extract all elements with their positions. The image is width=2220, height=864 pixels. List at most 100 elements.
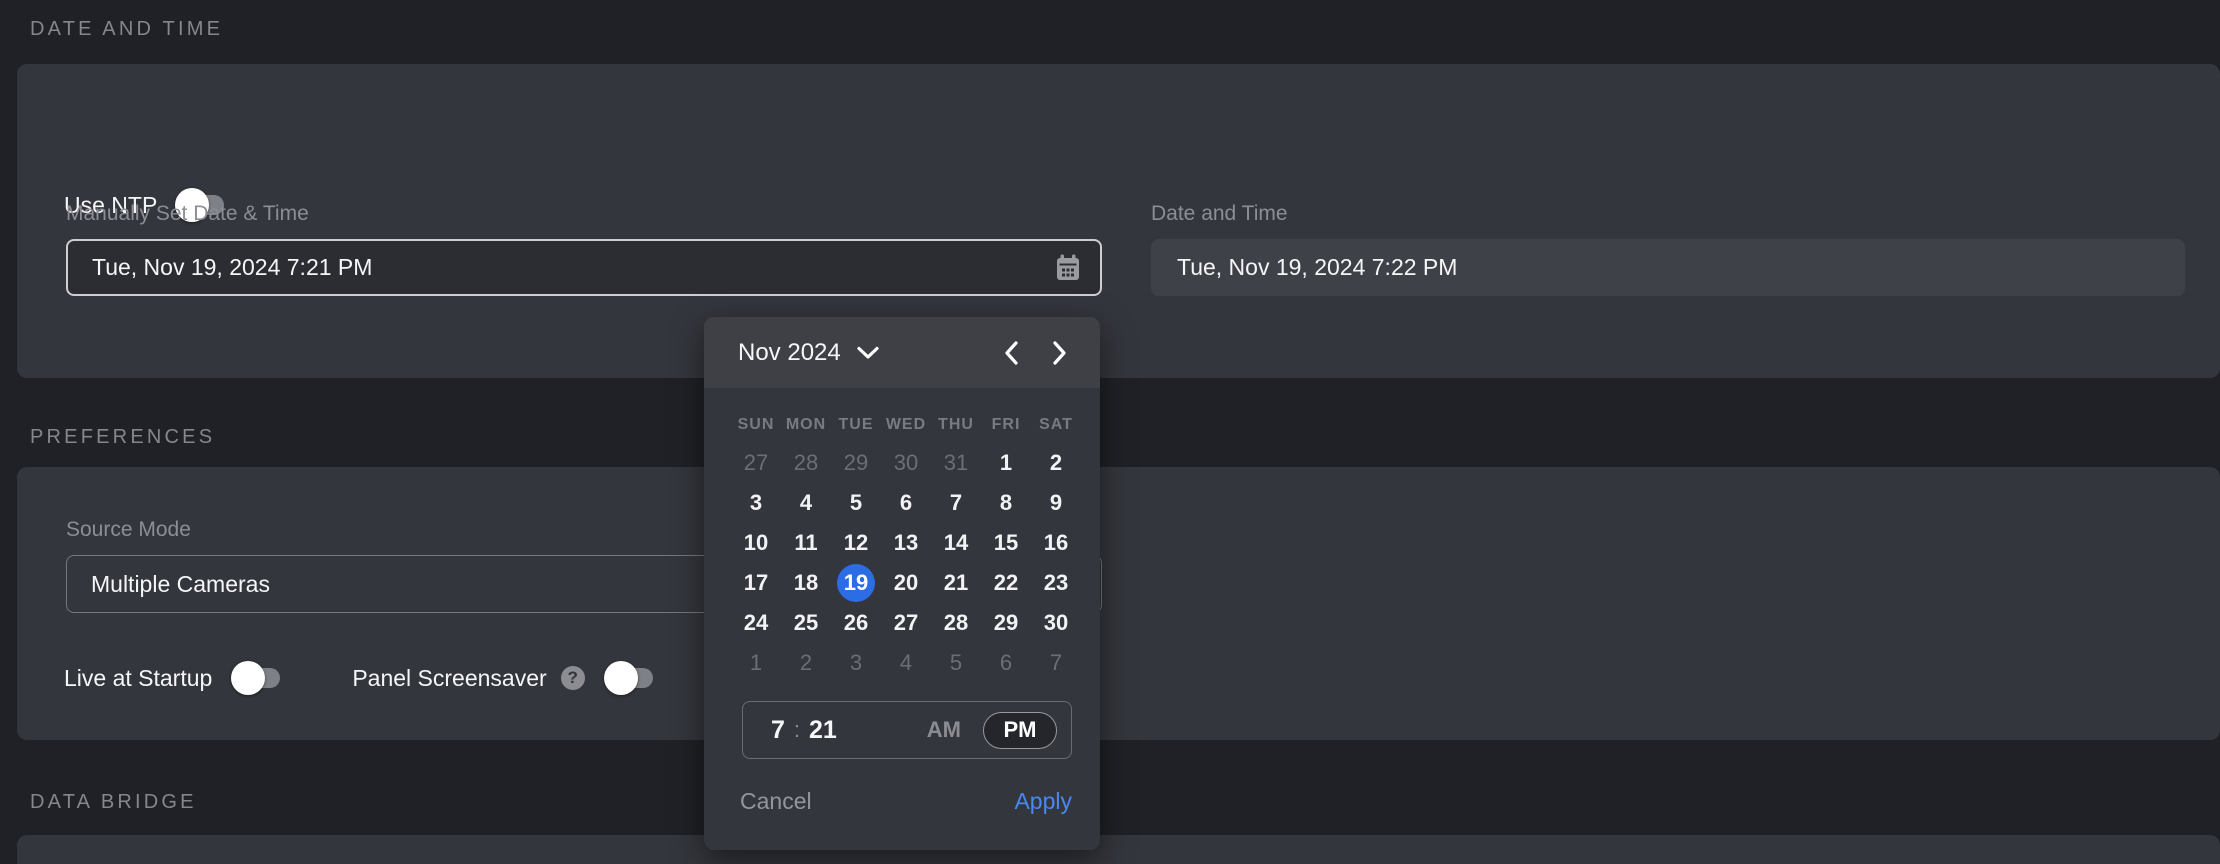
minute-input[interactable]: 21	[809, 716, 837, 745]
calendar-day[interactable]: 10	[731, 523, 781, 563]
calendar-day-number: 23	[1037, 564, 1075, 602]
calendar-day-number: 30	[887, 444, 925, 482]
calendar-grid: SUNMONTUEWEDTHUFRISAT2728293031123456789…	[731, 407, 1081, 683]
question-mark-glyph: ?	[567, 668, 577, 688]
manual-datetime-input[interactable]: Tue, Nov 19, 2024 7:21 PM	[66, 239, 1102, 296]
apply-button[interactable]: Apply	[1014, 788, 1072, 815]
calendar-day-number: 9	[1037, 484, 1075, 522]
calendar-day[interactable]: 31	[931, 443, 981, 483]
toggle-knob	[231, 661, 265, 695]
calendar-day[interactable]: 17	[731, 563, 781, 603]
question-mark-icon[interactable]: ?	[561, 666, 585, 690]
prev-month-button[interactable]	[996, 338, 1026, 368]
calendar-day-number: 25	[787, 604, 825, 642]
calendar-day-number: 31	[937, 444, 975, 482]
calendar-day[interactable]: 4	[781, 483, 831, 523]
calendar-day-number: 28	[937, 604, 975, 642]
calendar-day-number: 17	[737, 564, 775, 602]
calendar-day[interactable]: 25	[781, 603, 831, 643]
date-and-time-panel: Use NTP Manually Set Date & Time Tue, No…	[17, 64, 2220, 378]
calendar-day[interactable]: 9	[1031, 483, 1081, 523]
pm-option[interactable]: PM	[983, 712, 1057, 749]
calendar-day[interactable]: 28	[781, 443, 831, 483]
calendar-day[interactable]: 23	[1031, 563, 1081, 603]
calendar-day[interactable]: 1	[981, 443, 1031, 483]
calendar-day-number: 30	[1037, 604, 1075, 642]
calendar-day-number: 28	[787, 444, 825, 482]
startup-preferences-row: Live at Startup Panel Screensaver ?	[64, 660, 654, 696]
calendar-day[interactable]: 14	[931, 523, 981, 563]
pm-option-label: PM	[1004, 717, 1037, 743]
cancel-button[interactable]: Cancel	[740, 788, 812, 815]
calendar-day-number: 18	[787, 564, 825, 602]
live-at-startup-toggle[interactable]	[231, 660, 281, 696]
panel-screensaver-toggle[interactable]	[604, 660, 654, 696]
time-input-box: 7 : 21 AM PM	[742, 701, 1072, 759]
calendar-day[interactable]: 3	[731, 483, 781, 523]
calendar-day[interactable]: 18	[781, 563, 831, 603]
section-heading-date-and-time: DATE AND TIME	[30, 18, 223, 41]
calendar-day[interactable]: 7	[1031, 643, 1081, 683]
weekday-label: THU	[931, 407, 981, 443]
calendar-day-number: 3	[837, 644, 875, 682]
calendar-day[interactable]: 7	[931, 483, 981, 523]
calendar-day[interactable]: 8	[981, 483, 1031, 523]
calendar-day[interactable]: 5	[831, 483, 881, 523]
calendar-day[interactable]: 24	[731, 603, 781, 643]
calendar-day[interactable]: 19	[831, 563, 881, 603]
calendar-day[interactable]: 12	[831, 523, 881, 563]
date-picker-popup: Nov 2024	[704, 317, 1100, 850]
calendar-day-number: 15	[987, 524, 1025, 562]
calendar-day[interactable]: 22	[981, 563, 1031, 603]
calendar-day[interactable]: 4	[881, 643, 931, 683]
hour-input[interactable]: 7	[771, 716, 785, 745]
calendar-day[interactable]: 1	[731, 643, 781, 683]
toggle-knob	[604, 661, 638, 695]
date-picker-footer: Cancel Apply	[704, 779, 1100, 823]
calendar-day[interactable]: 11	[781, 523, 831, 563]
calendar-day-number: 22	[987, 564, 1025, 602]
calendar-icon[interactable]	[1056, 254, 1080, 281]
calendar-day-number: 20	[887, 564, 925, 602]
calendar-day-number: 24	[737, 604, 775, 642]
calendar-day-number: 12	[837, 524, 875, 562]
calendar-day-number: 10	[737, 524, 775, 562]
calendar-day[interactable]: 21	[931, 563, 981, 603]
chevron-down-icon	[856, 346, 880, 360]
calendar-day[interactable]: 27	[881, 603, 931, 643]
calendar-day[interactable]: 3	[831, 643, 881, 683]
calendar-day[interactable]: 13	[881, 523, 931, 563]
calendar-day-number: 4	[787, 484, 825, 522]
calendar-day[interactable]: 16	[1031, 523, 1081, 563]
calendar-day[interactable]: 15	[981, 523, 1031, 563]
calendar-day[interactable]: 30	[881, 443, 931, 483]
calendar-day-number: 2	[787, 644, 825, 682]
source-mode-label: Source Mode	[66, 518, 191, 542]
calendar-day[interactable]: 6	[981, 643, 1031, 683]
preferences-panel: Source Mode Multiple Cameras Live at Sta…	[17, 467, 2220, 740]
calendar-day[interactable]: 29	[981, 603, 1031, 643]
calendar-day-number: 13	[887, 524, 925, 562]
calendar-day[interactable]: 20	[881, 563, 931, 603]
calendar-day-number: 5	[937, 644, 975, 682]
calendar-day[interactable]: 27	[731, 443, 781, 483]
calendar-day[interactable]: 2	[781, 643, 831, 683]
calendar-day-number: 6	[887, 484, 925, 522]
settings-screen: DATE AND TIME Use NTP Manually Set Date …	[0, 0, 2220, 864]
calendar-day[interactable]: 5	[931, 643, 981, 683]
calendar-day[interactable]: 2	[1031, 443, 1081, 483]
am-option[interactable]: AM	[927, 717, 961, 743]
calendar-day[interactable]: 26	[831, 603, 881, 643]
calendar-day-number: 16	[1037, 524, 1075, 562]
manual-datetime-label: Manually Set Date & Time	[66, 202, 309, 226]
calendar-day[interactable]: 29	[831, 443, 881, 483]
calendar-day[interactable]: 30	[1031, 603, 1081, 643]
month-dropdown[interactable]: Nov 2024	[738, 339, 880, 367]
next-month-button[interactable]	[1044, 338, 1074, 368]
month-label: Nov 2024	[738, 339, 841, 367]
current-datetime-value: Tue, Nov 19, 2024 7:22 PM	[1177, 254, 1457, 281]
calendar-day-number: 3	[737, 484, 775, 522]
calendar-day[interactable]: 28	[931, 603, 981, 643]
calendar-day[interactable]: 6	[881, 483, 931, 523]
panel-screensaver-label: Panel Screensaver	[352, 665, 546, 692]
